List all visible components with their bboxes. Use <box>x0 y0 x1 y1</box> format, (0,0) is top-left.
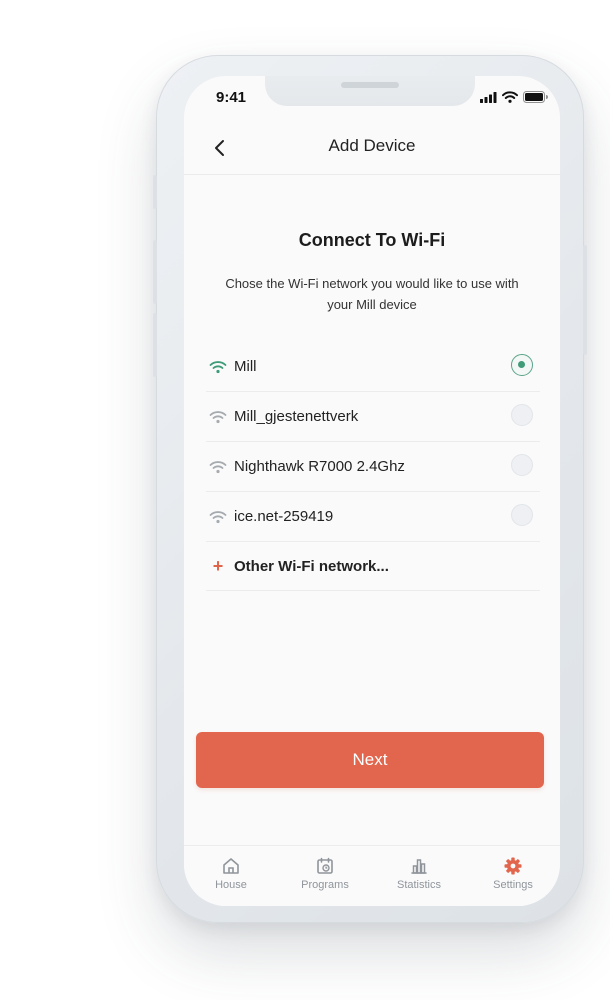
battery-icon <box>523 91 548 103</box>
page-title: Add Device <box>328 136 416 155</box>
network-name: ice.net-259419 <box>234 508 334 525</box>
network-radio[interactable] <box>511 404 533 426</box>
other-network-row[interactable]: + Other Wi-Fi network... <box>206 542 540 591</box>
wifi-status-icon <box>502 91 518 103</box>
tab-label: House <box>215 879 247 891</box>
nav-header: Add Device <box>184 128 560 175</box>
tab-label: Programs <box>301 879 349 891</box>
wifi-icon <box>209 510 227 523</box>
silent-switch <box>153 175 157 209</box>
wifi-icon <box>209 410 227 423</box>
speaker-grille <box>341 82 399 88</box>
power-button <box>583 245 587 355</box>
volume-down-button <box>153 313 157 377</box>
notch <box>265 76 475 106</box>
tab-house[interactable]: House <box>184 846 278 906</box>
network-row-mill[interactable]: Mill <box>206 342 540 392</box>
bar-chart-icon <box>411 859 427 874</box>
wifi-icon <box>209 360 227 373</box>
status-icons <box>480 91 548 103</box>
plus-icon: + <box>212 555 224 576</box>
network-radio[interactable] <box>511 504 533 526</box>
network-radio[interactable] <box>511 454 533 476</box>
network-radio-selected[interactable] <box>511 354 533 376</box>
tab-label: Statistics <box>396 879 441 891</box>
network-row-nighthawk[interactable]: Nighthawk R7000 2.4Ghz <box>206 442 540 492</box>
other-network-label: Other Wi-Fi network... <box>234 557 389 575</box>
tab-bar: House Programs Statistics Settings <box>184 845 560 906</box>
tab-settings[interactable]: Settings <box>466 846 560 906</box>
cellular-signal-icon <box>480 91 497 103</box>
network-row-ice-net[interactable]: ice.net-259419 <box>206 492 540 542</box>
tab-programs[interactable]: Programs <box>278 846 372 906</box>
next-button[interactable]: Next <box>196 732 544 788</box>
wifi-network-list: Mill Mill_gjestenettverk Nighthawk R7000… <box>206 342 540 591</box>
gear-icon <box>504 857 522 875</box>
tab-statistics[interactable]: Statistics <box>372 846 466 906</box>
tab-label: Settings <box>493 879 533 891</box>
wifi-icon <box>209 460 227 473</box>
status-time: 9:41 <box>216 89 247 106</box>
instruction-text: Chose the Wi-Fi network you would like t… <box>225 276 519 312</box>
network-name: Mill <box>234 358 257 375</box>
network-name: Nighthawk R7000 2.4Ghz <box>234 458 405 475</box>
calendar-clock-icon <box>317 857 333 874</box>
section-heading: Connect To Wi-Fi <box>298 230 446 250</box>
volume-up-button <box>153 240 157 304</box>
house-icon <box>223 858 239 874</box>
network-row-mill-gjestenettverk[interactable]: Mill_gjestenettverk <box>206 392 540 442</box>
phone-frame: 9:41 Add Device Connect To Wi-Fi Chose t… <box>153 55 587 923</box>
phone-screen: 9:41 Add Device Connect To Wi-Fi Chose t… <box>184 76 560 906</box>
network-name: Mill_gjestenettverk <box>234 408 359 425</box>
